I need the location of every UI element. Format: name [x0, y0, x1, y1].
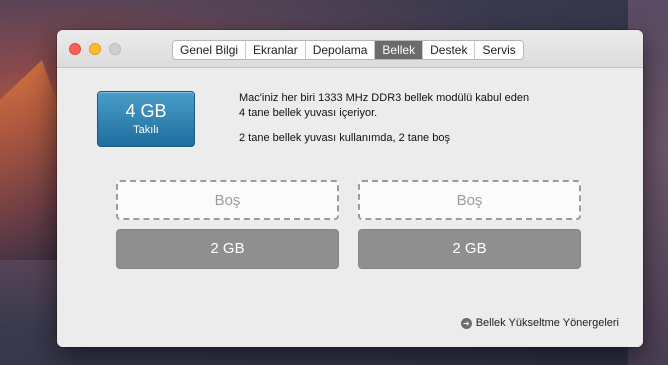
segmented-tab-bar: Genel Bilgi Ekranlar Depolama Bellek Des… — [172, 40, 524, 60]
memory-slot-2: Boş — [358, 180, 581, 220]
memory-upgrade-link[interactable]: ➜ Bellek Yükseltme Yönergeleri — [460, 317, 619, 329]
arrow-circle-right-icon: ➜ — [460, 317, 472, 329]
memory-slot-3: 2 GB — [116, 229, 339, 269]
minimize-window-button[interactable] — [89, 43, 101, 55]
zoom-window-button[interactable] — [109, 43, 121, 55]
tab-genel-bilgi[interactable]: Genel Bilgi — [173, 41, 247, 59]
memory-description-line1: Mac'iniz her biri 1333 MHz DDR3 bellek m… — [239, 92, 530, 104]
window-titlebar: Genel Bilgi Ekranlar Depolama Bellek Des… — [57, 30, 643, 68]
tab-depolama[interactable]: Depolama — [305, 41, 376, 59]
memory-slot-4: 2 GB — [358, 229, 581, 269]
memory-description-line2: 4 tane bellek yuvası içeriyor. — [239, 107, 378, 119]
installed-memory-badge: 4 GB Takılı — [97, 91, 195, 147]
memory-info: Mac'iniz her biri 1333 MHz DDR3 bellek m… — [239, 91, 529, 156]
memory-slot-1: Boş — [116, 180, 339, 220]
about-this-mac-window: Genel Bilgi Ekranlar Depolama Bellek Des… — [57, 30, 643, 347]
close-window-button[interactable] — [69, 43, 81, 55]
memory-upgrade-link-label: Bellek Yükseltme Yönergeleri — [475, 317, 619, 329]
memory-panel: 4 GB Takılı Mac'iniz her biri 1333 MHz D… — [57, 69, 643, 347]
installed-memory-size: 4 GB — [125, 101, 167, 121]
tab-bellek[interactable]: Bellek — [375, 41, 424, 59]
memory-slots-status: 2 tane bellek yuvası kullanımda, 2 tane … — [239, 132, 450, 144]
tab-ekranlar[interactable]: Ekranlar — [246, 41, 306, 59]
tab-destek[interactable]: Destek — [423, 41, 476, 59]
installed-memory-label: Takılı — [133, 124, 159, 136]
tab-servis[interactable]: Servis — [475, 41, 523, 59]
